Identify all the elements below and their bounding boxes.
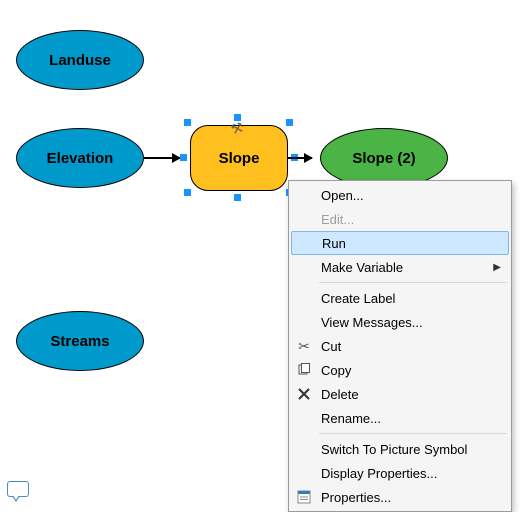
selection-handle[interactable]: [234, 114, 241, 121]
scissors-icon: ✂: [291, 338, 317, 355]
menu-label: Properties...: [317, 490, 505, 505]
menu-label: Create Label: [317, 291, 505, 306]
node-label: Slope (2): [352, 150, 415, 167]
menu-label: View Messages...: [317, 315, 505, 330]
node-elevation[interactable]: Elevation: [16, 128, 144, 188]
menu-label: Delete: [317, 387, 505, 402]
menu-item-properties[interactable]: Properties...: [291, 485, 509, 509]
node-label: Landuse: [49, 52, 111, 69]
copy-icon: [291, 363, 317, 377]
connector-elevation-to-slope[interactable]: [144, 157, 180, 159]
node-streams[interactable]: Streams: [16, 311, 144, 371]
node-slope-output[interactable]: Slope (2): [320, 128, 448, 188]
menu-label: Make Variable: [317, 260, 493, 275]
menu-label: Edit...: [317, 212, 505, 227]
menu-label: Copy: [317, 363, 505, 378]
selection-handle[interactable]: [184, 189, 191, 196]
menu-item-display-properties[interactable]: Display Properties...: [291, 461, 509, 485]
menu-label: Run: [318, 236, 504, 251]
selection-handle[interactable]: [286, 119, 293, 126]
node-label: Streams: [50, 333, 109, 350]
menu-item-delete[interactable]: Delete: [291, 382, 509, 406]
model-canvas[interactable]: Landuse Elevation Streams Slope ⚒ Slope …: [0, 0, 525, 502]
menu-item-switch-picture-symbol[interactable]: Switch To Picture Symbol: [291, 437, 509, 461]
menu-item-make-variable[interactable]: Make Variable ▶: [291, 255, 509, 279]
menu-item-rename[interactable]: Rename...: [291, 406, 509, 430]
node-label: Elevation: [47, 150, 114, 167]
context-menu: Open... Edit... Run Make Variable ▶ Crea…: [288, 180, 512, 512]
menu-label: Cut: [317, 339, 505, 354]
menu-item-open[interactable]: Open...: [291, 183, 509, 207]
speech-bubble-icon: [7, 481, 29, 497]
node-label: Slope: [219, 150, 260, 167]
selection-handle[interactable]: [180, 154, 187, 161]
menu-item-copy[interactable]: Copy: [291, 358, 509, 382]
menu-separator: [319, 433, 507, 434]
menu-item-run[interactable]: Run: [291, 231, 509, 255]
menu-separator: [319, 282, 507, 283]
menu-label: Rename...: [317, 411, 505, 426]
selection-handle[interactable]: [184, 119, 191, 126]
menu-label: Open...: [317, 188, 505, 203]
submenu-arrow-icon: ▶: [493, 262, 505, 273]
menu-item-view-messages[interactable]: View Messages...: [291, 310, 509, 334]
menu-item-edit: Edit...: [291, 207, 509, 231]
menu-label: Display Properties...: [317, 466, 505, 481]
menu-item-create-label[interactable]: Create Label: [291, 286, 509, 310]
menu-label: Switch To Picture Symbol: [317, 442, 505, 457]
node-landuse[interactable]: Landuse: [16, 30, 144, 90]
delete-icon: [291, 387, 317, 401]
menu-item-cut[interactable]: ✂ Cut: [291, 334, 509, 358]
connector-slope-to-output[interactable]: [288, 157, 312, 159]
selection-handle[interactable]: [234, 194, 241, 201]
